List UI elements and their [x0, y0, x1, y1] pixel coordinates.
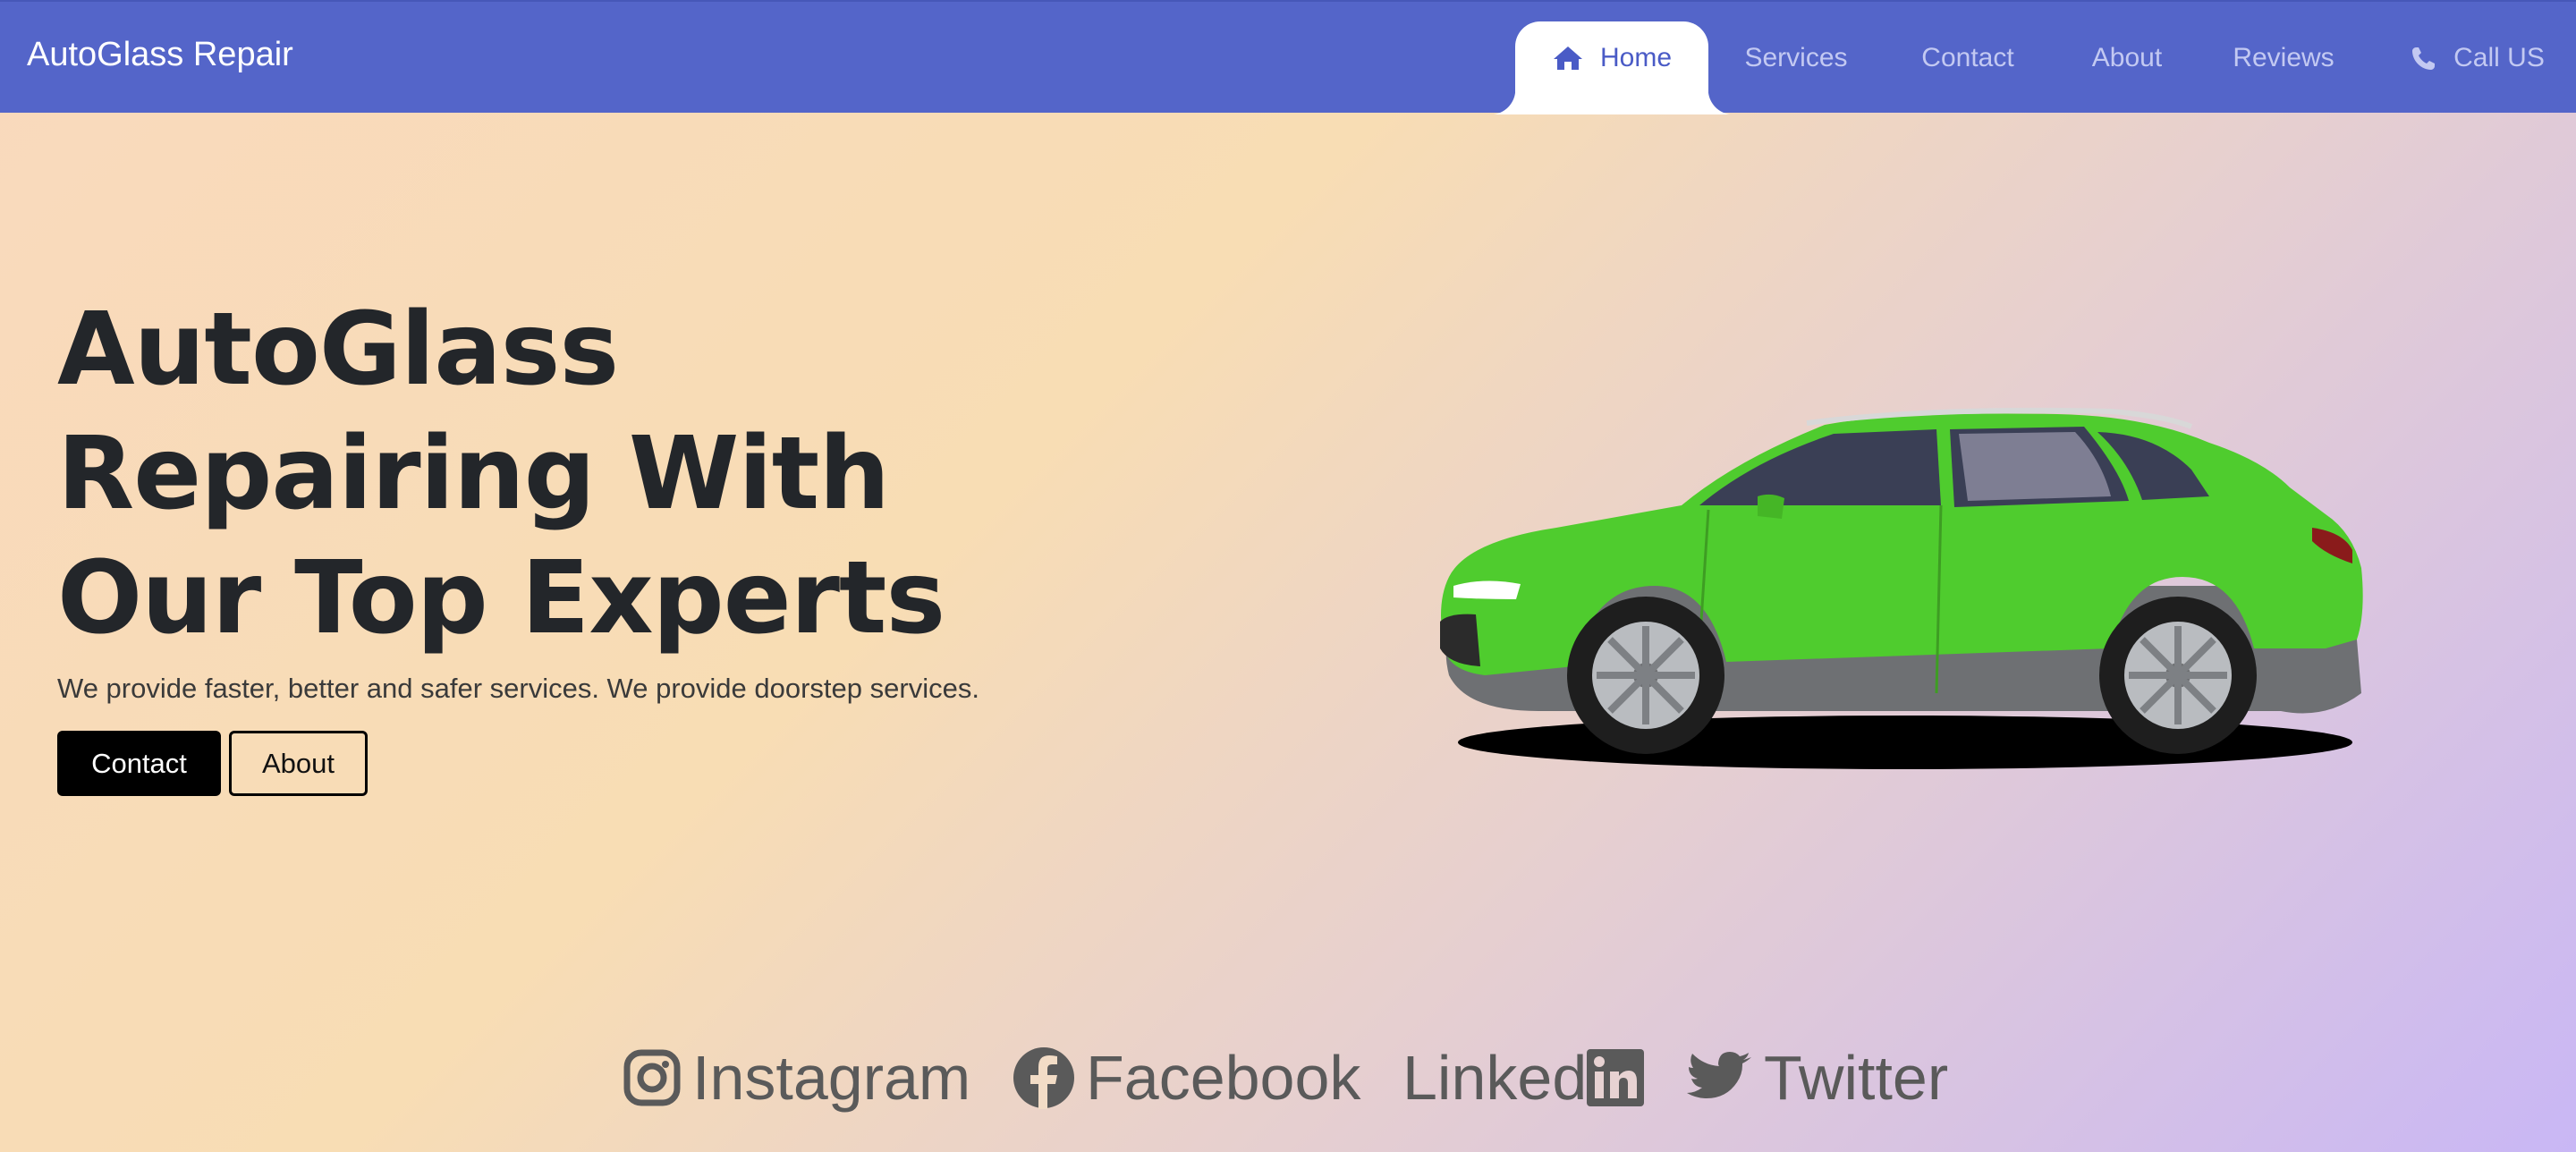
contact-button[interactable]: Contact	[57, 731, 221, 796]
social-facebook[interactable]: Facebook	[1013, 1038, 1360, 1118]
hero-title-line-1: AutoGlass	[57, 292, 619, 408]
nav-call-label: Call US	[2453, 43, 2545, 72]
hero-title: AutoGlass Repairing With Our Top Experts	[57, 288, 1041, 661]
car-image	[1440, 407, 2363, 769]
nav-call-us[interactable]: Call US	[2397, 2, 2558, 114]
instagram-label: Instagram	[692, 1043, 971, 1113]
hero-title-line-2: Repairing With	[57, 416, 890, 532]
brand-logo-text[interactable]: AutoGlass Repair	[27, 36, 293, 74]
social-instagram[interactable]: Instagram	[623, 1038, 970, 1118]
twitter-label: Twitter	[1764, 1043, 1949, 1113]
facebook-icon	[1013, 1047, 1074, 1109]
nav-home-label: Home	[1599, 43, 1673, 72]
nav-about[interactable]: About	[2073, 2, 2181, 114]
social-linkedin[interactable]: Linked	[1402, 1038, 1645, 1118]
linkedin-icon	[1587, 1049, 1645, 1106]
nav-about-label: About	[2091, 43, 2163, 72]
nav-reviews[interactable]: Reviews	[2222, 2, 2345, 114]
facebook-label: Facebook	[1086, 1043, 1361, 1113]
nav-services[interactable]: Services	[1726, 2, 1866, 114]
home-icon	[1553, 47, 1582, 70]
social-links: Instagram Facebook Linked Twitter	[0, 1038, 2576, 1118]
twitter-icon	[1687, 1052, 1751, 1098]
linkedin-label: Linked	[1402, 1043, 1588, 1113]
phone-icon	[2412, 47, 2436, 70]
social-twitter[interactable]: Twitter	[1687, 1038, 1948, 1118]
nav-home[interactable]: Home	[1490, 21, 1733, 114]
hero-subtitle: We provide faster, better and safer serv…	[57, 673, 979, 704]
nav-services-label: Services	[1744, 43, 1848, 72]
about-button[interactable]: About	[229, 731, 368, 796]
hero-title-line-3: Our Top Experts	[57, 540, 945, 656]
nav-contact-label: Contact	[1921, 43, 2014, 72]
instagram-icon	[623, 1049, 681, 1106]
nav-reviews-label: Reviews	[2233, 43, 2334, 72]
nav-contact[interactable]: Contact	[1905, 2, 2030, 114]
navbar: AutoGlass Repair Home Services Contact A…	[0, 0, 2576, 114]
